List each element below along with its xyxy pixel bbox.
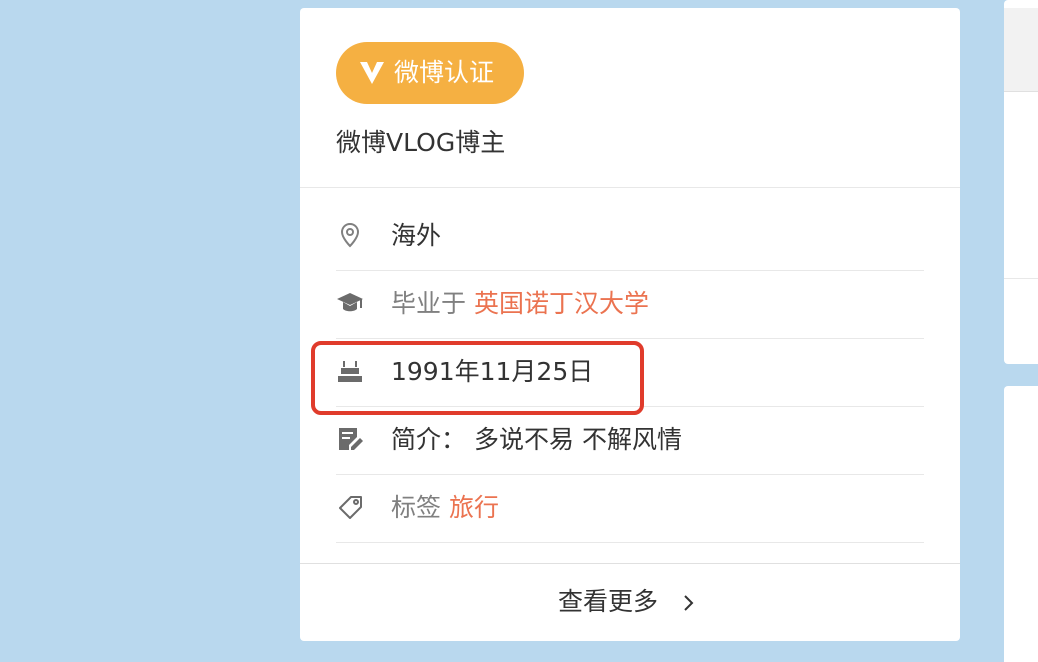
bio-label: 简介： (391, 425, 467, 454)
graduation-cap-icon (337, 293, 363, 312)
profile-info-card: 微博认证 微博VLOG博主 海外 毕业于 英国诺丁汉大学 1991年11月25日… (300, 8, 960, 641)
side-card-top (1004, 0, 1038, 364)
education-prefix: 毕业于 (391, 289, 467, 318)
tags-text: 标签 旅行 (391, 475, 499, 543)
badge-label: 微博认证 (394, 58, 495, 87)
school-link[interactable]: 英国诺丁汉大学 (474, 289, 649, 318)
tags-row: 标签 旅行 (336, 475, 924, 543)
verified-v-icon (360, 62, 384, 84)
chevron-right-icon[interactable] (682, 593, 696, 613)
tag-icon (339, 496, 362, 519)
location-value: 海外 (391, 221, 442, 250)
birthday-highlight-box (311, 341, 644, 415)
location-row: 海外 (336, 203, 924, 271)
bio-value: 多说不易 不解风情 (474, 425, 682, 454)
side-card-bottom (1004, 386, 1038, 662)
profile-page: 微博认证 微博VLOG博主 海外 毕业于 英国诺丁汉大学 1991年11月25日… (0, 0, 1038, 662)
location-pin-icon (340, 222, 360, 248)
view-more-button[interactable]: 查看更多 (558, 564, 658, 640)
view-more-section: 查看更多 (300, 563, 960, 641)
edit-note-icon (339, 428, 363, 450)
verification-description: 微博VLOG博主 (336, 128, 506, 157)
weibo-verified-badge[interactable]: 微博认证 (336, 42, 524, 104)
verification-section: 微博认证 微博VLOG博主 (300, 8, 960, 188)
tag-link-travel[interactable]: 旅行 (449, 493, 499, 522)
tags-label: 标签 (391, 493, 442, 522)
bio-text: 简介： 多说不易 不解风情 (391, 407, 682, 475)
education-row: 毕业于 英国诺丁汉大学 (336, 271, 924, 339)
bio-row: 简介： 多说不易 不解风情 (336, 407, 924, 475)
side-card-divider (1004, 278, 1038, 279)
education-text: 毕业于 英国诺丁汉大学 (391, 271, 649, 339)
side-card-header (1004, 8, 1038, 92)
